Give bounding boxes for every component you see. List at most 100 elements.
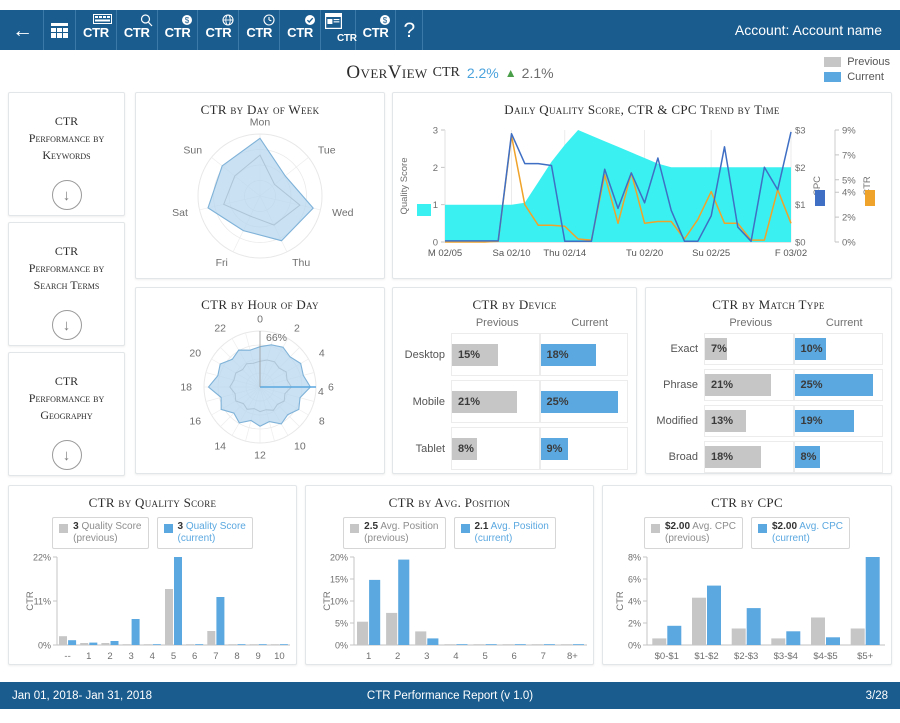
axis-tick-label: 7 bbox=[541, 651, 546, 662]
ctr-quality-button[interactable]: CTR bbox=[280, 10, 321, 50]
radar-axis-label: Sun bbox=[183, 144, 202, 156]
axis-tick-label: 6% bbox=[628, 575, 641, 585]
chart-title: CTR by Match Type bbox=[712, 297, 825, 312]
down-arrow-circle-icon[interactable]: ↓ bbox=[51, 180, 82, 210]
chart-card-device: CTR by Device Previous Current Desktop 15% 1… bbox=[392, 287, 637, 474]
globe-icon bbox=[222, 13, 234, 26]
page-title: OverView bbox=[346, 62, 428, 83]
bar-current bbox=[865, 557, 880, 645]
legend-state: (current) bbox=[772, 533, 810, 544]
axis-tick-label: -- bbox=[64, 651, 70, 662]
bar: 15% bbox=[452, 343, 499, 366]
down-arrow-circle-icon[interactable]: ↓ bbox=[51, 440, 82, 470]
sidebar-card-line3: Search Terms bbox=[33, 278, 100, 292]
legend-state: (previous) bbox=[364, 533, 409, 544]
previous-cell: 13% bbox=[704, 405, 794, 437]
bar-current bbox=[746, 608, 761, 645]
axis-tick-label: 0% bbox=[335, 641, 348, 651]
current-cell: 25% bbox=[793, 369, 883, 401]
sidebar-card-keywords[interactable]: CTR Performance by Keywords ↓ bbox=[8, 92, 125, 216]
sidebar-card-geography[interactable]: CTR Performance by Geography ↓ bbox=[8, 352, 125, 476]
axis-tick-label: $0 bbox=[795, 238, 806, 249]
previous-cell: 8% bbox=[451, 427, 540, 470]
axis-tick-label: 0% bbox=[628, 641, 641, 651]
keyboard-icon bbox=[92, 13, 112, 24]
radar-axis-label: 22 bbox=[214, 323, 226, 335]
bar-previous bbox=[731, 628, 746, 645]
bar-current bbox=[398, 559, 410, 645]
dashboard-grid-button[interactable] bbox=[44, 10, 76, 50]
axis-tick-label: $1-$2 bbox=[694, 651, 718, 662]
row-label: Mobile bbox=[412, 395, 445, 408]
legend-swatch bbox=[59, 524, 69, 533]
sidebar-card-line2: Performance by bbox=[28, 261, 105, 275]
legend-swatch-current bbox=[824, 72, 842, 82]
bar-chart-avg-position: 0%5%10%15%20%CTR1 2 3 4 5 6 7 8+ bbox=[322, 553, 587, 662]
sidebar-card-line1: CTR bbox=[54, 244, 79, 258]
bar-previous bbox=[415, 631, 427, 645]
ctr-time-button[interactable]: CTR bbox=[239, 10, 281, 50]
bar-current bbox=[427, 638, 439, 645]
account-label: Account: Account name bbox=[734, 22, 882, 38]
axis-tick-label: M 02/05 bbox=[428, 248, 462, 259]
legend-value: $2.00 bbox=[665, 521, 691, 532]
search-icon bbox=[140, 13, 153, 27]
ctr-geo-button[interactable]: CTR bbox=[198, 10, 240, 50]
chart-title: CTR by Avg. Position bbox=[388, 495, 511, 510]
ctr-page-button[interactable]: CTR bbox=[321, 10, 357, 50]
bar-current bbox=[152, 644, 161, 645]
sidebar-card-line2: Performance by bbox=[28, 391, 105, 405]
previous-cell: 7% bbox=[704, 333, 794, 365]
axis-tick-label: 9 bbox=[256, 651, 261, 662]
axis-tick-label: 0 bbox=[433, 238, 438, 249]
chart-card-cpc: CTR by CPC $2.00 Avg. CPC (previous) $2.00… bbox=[602, 485, 892, 665]
axis-title: Quality Score bbox=[399, 157, 410, 214]
row-label: Phrase bbox=[663, 379, 698, 391]
sidebar-card-search-terms[interactable]: CTR Performance by Search Terms ↓ bbox=[8, 222, 125, 346]
ctr-budget-button[interactable]: $ CTR bbox=[356, 10, 397, 50]
bar: 25% bbox=[794, 374, 873, 396]
axis-tick-label: 6 bbox=[512, 651, 517, 662]
toolbar-btn-label: CTR bbox=[336, 33, 357, 44]
bar-value-label: 18% bbox=[546, 348, 569, 361]
axis-tick-label: 4% bbox=[842, 188, 856, 199]
ctr-keywords-button[interactable]: CTR bbox=[76, 10, 117, 50]
bar-current bbox=[237, 644, 246, 645]
dollar-badge-icon: $ bbox=[379, 14, 391, 26]
chart-card-match-type: CTR by Match Type Previous Current Exact 7%… bbox=[645, 287, 892, 474]
column-headers: Previous Current bbox=[393, 317, 636, 329]
bar: 18% bbox=[540, 343, 597, 366]
bar-current bbox=[572, 644, 584, 645]
global-legend: Previous Current bbox=[824, 56, 890, 86]
help-button[interactable]: ? bbox=[396, 10, 424, 50]
legend-swatch bbox=[758, 524, 767, 533]
bar-value-label: 25% bbox=[546, 395, 569, 408]
legend-state: (current) bbox=[474, 533, 513, 544]
legend-chip: 2.1 Avg. Position (current) bbox=[453, 517, 556, 549]
previous-cell: 21% bbox=[451, 380, 540, 423]
bar-value-label: 9% bbox=[546, 442, 563, 455]
back-button[interactable]: ← bbox=[0, 10, 44, 50]
axis-tick-label: $5+ bbox=[857, 651, 874, 662]
bar: 8% bbox=[794, 446, 820, 468]
column-header-current: Current bbox=[571, 317, 609, 329]
ctr-search-button[interactable]: CTR bbox=[117, 10, 158, 50]
bar-current bbox=[279, 644, 288, 645]
bar-previous bbox=[249, 644, 258, 645]
axis-tick-label: $0-$1 bbox=[655, 651, 679, 662]
bar-previous bbox=[531, 644, 543, 645]
legend-metric: Avg. CPC bbox=[799, 521, 843, 532]
svg-text:$: $ bbox=[185, 16, 190, 25]
down-arrow-circle-icon[interactable]: ↓ bbox=[51, 310, 82, 340]
legend-previous: Previous bbox=[824, 56, 890, 68]
bar-current bbox=[68, 640, 77, 645]
arrow-left-icon: ← bbox=[12, 18, 33, 42]
ctr-cost-button[interactable]: $ CTR bbox=[158, 10, 199, 50]
row-label: Modified bbox=[656, 415, 698, 427]
legend-metric: Avg. Position bbox=[490, 521, 549, 532]
axis-tick-label: 15% bbox=[330, 575, 348, 585]
radar-axis-label: Thu bbox=[292, 257, 310, 269]
sidebar-card-line3: Keywords bbox=[42, 148, 91, 162]
axis-tick-label: 5 bbox=[171, 651, 176, 662]
chart-title: Daily Quality Score, CTR & CPC Trend by … bbox=[504, 102, 780, 117]
